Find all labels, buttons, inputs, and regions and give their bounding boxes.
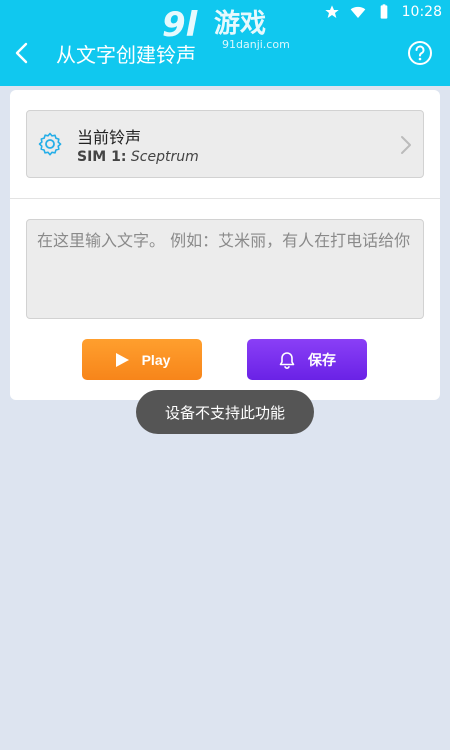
svg-text:91danji.com: 91danji.com bbox=[222, 38, 290, 51]
play-button[interactable]: Play bbox=[82, 339, 202, 380]
star-icon bbox=[324, 5, 339, 18]
sim-label: SIM 1: bbox=[77, 149, 127, 165]
current-ringtone-row[interactable]: 当前铃声 SIM 1: Sceptrum bbox=[26, 110, 424, 178]
save-button-label: 保存 bbox=[308, 351, 336, 368]
status-time: 10:28 bbox=[401, 4, 442, 20]
divider bbox=[10, 198, 440, 199]
chevron-right-icon bbox=[401, 136, 411, 154]
wifi-icon bbox=[350, 6, 365, 18]
svg-text:游戏: 游戏 bbox=[214, 9, 266, 39]
ringtone-card: 当前铃声 SIM 1: Sceptrum Play 保存 bbox=[10, 90, 440, 400]
ringtone-text-input[interactable] bbox=[26, 219, 424, 319]
toast-message: 设备不支持此功能 bbox=[136, 390, 314, 434]
play-icon bbox=[115, 352, 129, 367]
back-button[interactable] bbox=[2, 33, 42, 73]
svg-text:9l: 9l bbox=[162, 5, 199, 45]
ringtone-name: Sceptrum bbox=[130, 149, 199, 165]
bell-icon bbox=[279, 351, 295, 369]
current-ringtone-info: SIM 1: Sceptrum bbox=[77, 149, 199, 165]
save-button[interactable]: 保存 bbox=[247, 339, 367, 380]
current-ringtone-label: 当前铃声 bbox=[77, 128, 142, 147]
watermark-logo: 9l 游戏 91danji.com bbox=[162, 5, 290, 51]
app-bar: 10:28 从文字创建铃声 9l 游戏 91danji.com bbox=[0, 0, 450, 86]
help-circle-icon bbox=[408, 41, 432, 65]
gear-icon bbox=[38, 132, 62, 156]
battery-icon bbox=[380, 4, 387, 19]
help-button[interactable] bbox=[400, 33, 440, 73]
back-arrow-icon bbox=[15, 42, 28, 64]
play-button-label: Play bbox=[141, 351, 171, 368]
